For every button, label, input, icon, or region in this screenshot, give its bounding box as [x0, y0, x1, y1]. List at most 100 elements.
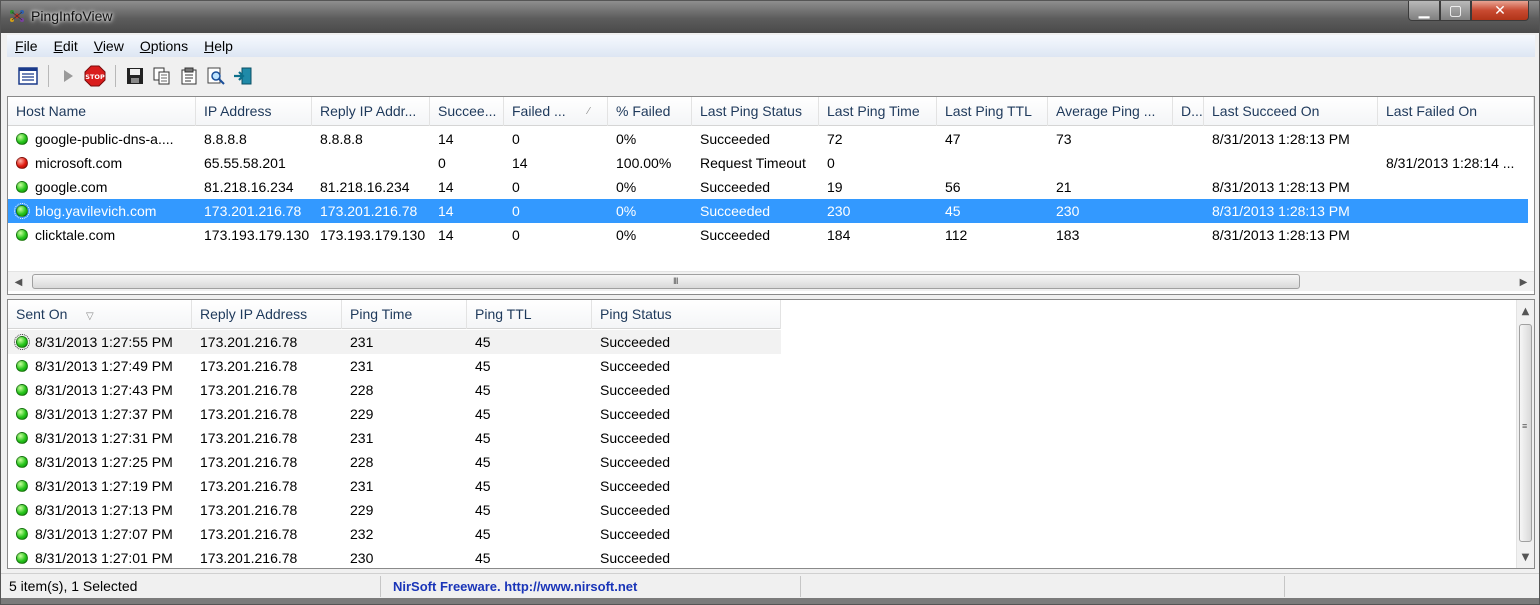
hosts-header: Host Name IP Address Reply IP Addr... Su…	[8, 97, 1534, 126]
hosts-col-last-ping-time[interactable]: Last Ping Time	[819, 97, 937, 126]
percent-failed-cell: 0%	[616, 179, 637, 195]
history-col-ping-time[interactable]: Ping Time	[342, 300, 467, 329]
last-ping-ttl-cell: 56	[945, 179, 961, 195]
reply-ip-cell: 173.193.179.130	[320, 227, 426, 243]
history-pane: Sent On ▽ Reply IP Address Ping Time Ping…	[7, 299, 1535, 569]
hosts-col-average-ping[interactable]: Average Ping ...	[1048, 97, 1173, 126]
host-name: google.com	[35, 179, 108, 195]
title-bar[interactable]: PingInfoView ▁ ▢ ✕	[1, 1, 1539, 33]
scroll-left-icon[interactable]: ◀	[10, 273, 27, 291]
menu-file[interactable]: File	[7, 38, 46, 54]
status-fail-icon	[16, 156, 28, 169]
hosts-col-percent-failed[interactable]: % Failed	[608, 97, 692, 126]
sent-on: 8/31/2013 1:27:19 PM	[35, 478, 173, 494]
history-row[interactable]: 8/31/2013 1:27:37 PM 173.201.216.78 229 …	[8, 402, 781, 426]
vertical-scrollbar[interactable]: ▲ ≡ ▼	[1516, 300, 1534, 568]
last-failed-cell	[1378, 223, 1528, 247]
succeeded-cell: 0	[438, 155, 446, 171]
history-row[interactable]: 8/31/2013 1:27:43 PM 173.201.216.78 228 …	[8, 378, 781, 402]
history-row[interactable]: 8/31/2013 1:27:55 PM 173.201.216.78 231 …	[8, 330, 781, 354]
history-row[interactable]: 8/31/2013 1:27:13 PM 173.201.216.78 229 …	[8, 498, 781, 522]
history-row[interactable]: 8/31/2013 1:27:31 PM 173.201.216.78 231 …	[8, 426, 781, 450]
scroll-grip: ≡	[1522, 421, 1528, 431]
hosts-col-last-ping-status[interactable]: Last Ping Status	[692, 97, 819, 126]
history-row[interactable]: 8/31/2013 1:27:01 PM 173.201.216.78 230 …	[8, 546, 781, 568]
history-col-ping-status[interactable]: Ping Status	[592, 300, 781, 329]
scroll-down-icon[interactable]: ▼	[1517, 548, 1534, 566]
reply-ip-cell: 173.201.216.78	[200, 550, 298, 566]
hosts-col-reply-ip[interactable]: Reply IP Addr...	[312, 97, 430, 126]
host-row[interactable]: google-public-dns-a.... 8.8.8.8 8.8.8.8 …	[8, 127, 1528, 151]
menu-options[interactable]: Options	[132, 38, 196, 54]
hosts-col-host-name[interactable]: Host Name	[8, 97, 196, 126]
close-button[interactable]: ✕	[1471, 1, 1529, 21]
last-ping-ttl-cell: 45	[945, 203, 961, 219]
menu-edit[interactable]: Edit	[46, 38, 86, 54]
last-failed-cell	[1378, 175, 1528, 199]
history-header: Sent On ▽ Reply IP Address Ping Time Ping…	[8, 300, 781, 329]
host-row[interactable]: microsoft.com 65.55.58.201 0 14 100.00% …	[8, 151, 1528, 175]
reply-ip-cell: 173.201.216.78	[200, 382, 298, 398]
sent-on-cell: 8/31/2013 1:27:49 PM	[8, 354, 192, 378]
maximize-button[interactable]: ▢	[1440, 1, 1471, 21]
scroll-up-icon[interactable]: ▲	[1517, 302, 1534, 320]
host-row[interactable]: google.com 81.218.16.234 81.218.16.234 1…	[8, 175, 1528, 199]
sent-on: 8/31/2013 1:27:43 PM	[35, 382, 173, 398]
host-name-cell: microsoft.com	[8, 151, 196, 175]
hosts-col-last-succeed-on[interactable]: Last Succeed On	[1204, 97, 1378, 126]
options-icon	[18, 67, 38, 85]
stop-button[interactable]: STOP	[82, 63, 108, 89]
hosts-col-failed[interactable]: Failed ... ⁄	[504, 97, 608, 126]
window-title: PingInfoView	[31, 8, 113, 24]
sent-on-cell: 8/31/2013 1:27:13 PM	[8, 498, 192, 522]
hosts-col-last-ping-ttl[interactable]: Last Ping TTL	[937, 97, 1048, 126]
menu-help[interactable]: Help	[196, 38, 241, 54]
history-col-sent-on[interactable]: Sent On ▽	[8, 300, 192, 329]
history-col-reply-ip[interactable]: Reply IP Address	[192, 300, 342, 329]
sent-on: 8/31/2013 1:27:25 PM	[35, 454, 173, 470]
menu-view[interactable]: View	[86, 38, 132, 54]
vertical-scroll-thumb[interactable]: ≡	[1519, 324, 1532, 542]
hosts-col-succeeded[interactable]: Succee...	[430, 97, 504, 126]
hosts-col-last-failed-on[interactable]: Last Failed On	[1378, 97, 1534, 126]
history-row[interactable]: 8/31/2013 1:27:49 PM 173.201.216.78 231 …	[8, 354, 781, 378]
maximize-icon: ▢	[1448, 2, 1463, 19]
horizontal-scroll-thumb[interactable]: III	[32, 274, 1300, 289]
status-ok-icon	[14, 333, 30, 350]
ping-ttl-cell: 45	[475, 454, 491, 470]
save-icon	[127, 68, 143, 84]
last-ping-ttl-cell: 112	[945, 227, 968, 243]
history-row[interactable]: 8/31/2013 1:27:19 PM 173.201.216.78 231 …	[8, 474, 781, 498]
ping-status-cell: Succeeded	[600, 358, 671, 374]
properties-button[interactable]	[176, 63, 202, 89]
start-button[interactable]	[55, 63, 81, 89]
sent-on-cell: 8/31/2013 1:27:31 PM	[8, 426, 192, 450]
horizontal-scrollbar[interactable]: ◀ III ▶	[8, 271, 1534, 291]
hosts-col-d[interactable]: D...	[1173, 97, 1204, 126]
host-name: google-public-dns-a....	[35, 131, 174, 147]
copy-button[interactable]	[149, 63, 175, 89]
options-button[interactable]	[15, 63, 41, 89]
find-button[interactable]	[203, 63, 229, 89]
host-row[interactable]: clicktale.com 173.193.179.130 173.193.17…	[8, 223, 1528, 247]
sent-on-cell: 8/31/2013 1:27:07 PM	[8, 522, 192, 546]
sent-on: 8/31/2013 1:27:55 PM	[35, 334, 173, 350]
history-row[interactable]: 8/31/2013 1:27:25 PM 173.201.216.78 228 …	[8, 450, 781, 474]
status-credits-link[interactable]: NirSoft Freeware. http://www.nirsoft.net	[381, 575, 801, 597]
failed-cell: 0	[512, 227, 520, 243]
exit-button[interactable]	[230, 63, 256, 89]
status-ok-icon	[16, 503, 28, 516]
status-ok-icon	[16, 359, 28, 372]
save-button[interactable]	[122, 63, 148, 89]
host-name: blog.yavilevich.com	[35, 203, 157, 219]
scroll-right-icon[interactable]: ▶	[1515, 273, 1532, 291]
hosts-col-ip-address[interactable]: IP Address	[196, 97, 312, 126]
minimize-button[interactable]: ▁	[1408, 1, 1440, 21]
host-row-selected[interactable]: blog.yavilevich.com 173.201.216.78 173.2…	[8, 199, 1528, 223]
ping-ttl-cell: 45	[475, 478, 491, 494]
history-col-ping-ttl[interactable]: Ping TTL	[467, 300, 592, 329]
history-row[interactable]: 8/31/2013 1:27:07 PM 173.201.216.78 232 …	[8, 522, 781, 546]
reply-ip-cell: 173.201.216.78	[320, 203, 418, 219]
stop-label: STOP	[85, 73, 105, 81]
sent-on-cell: 8/31/2013 1:27:43 PM	[8, 378, 192, 402]
